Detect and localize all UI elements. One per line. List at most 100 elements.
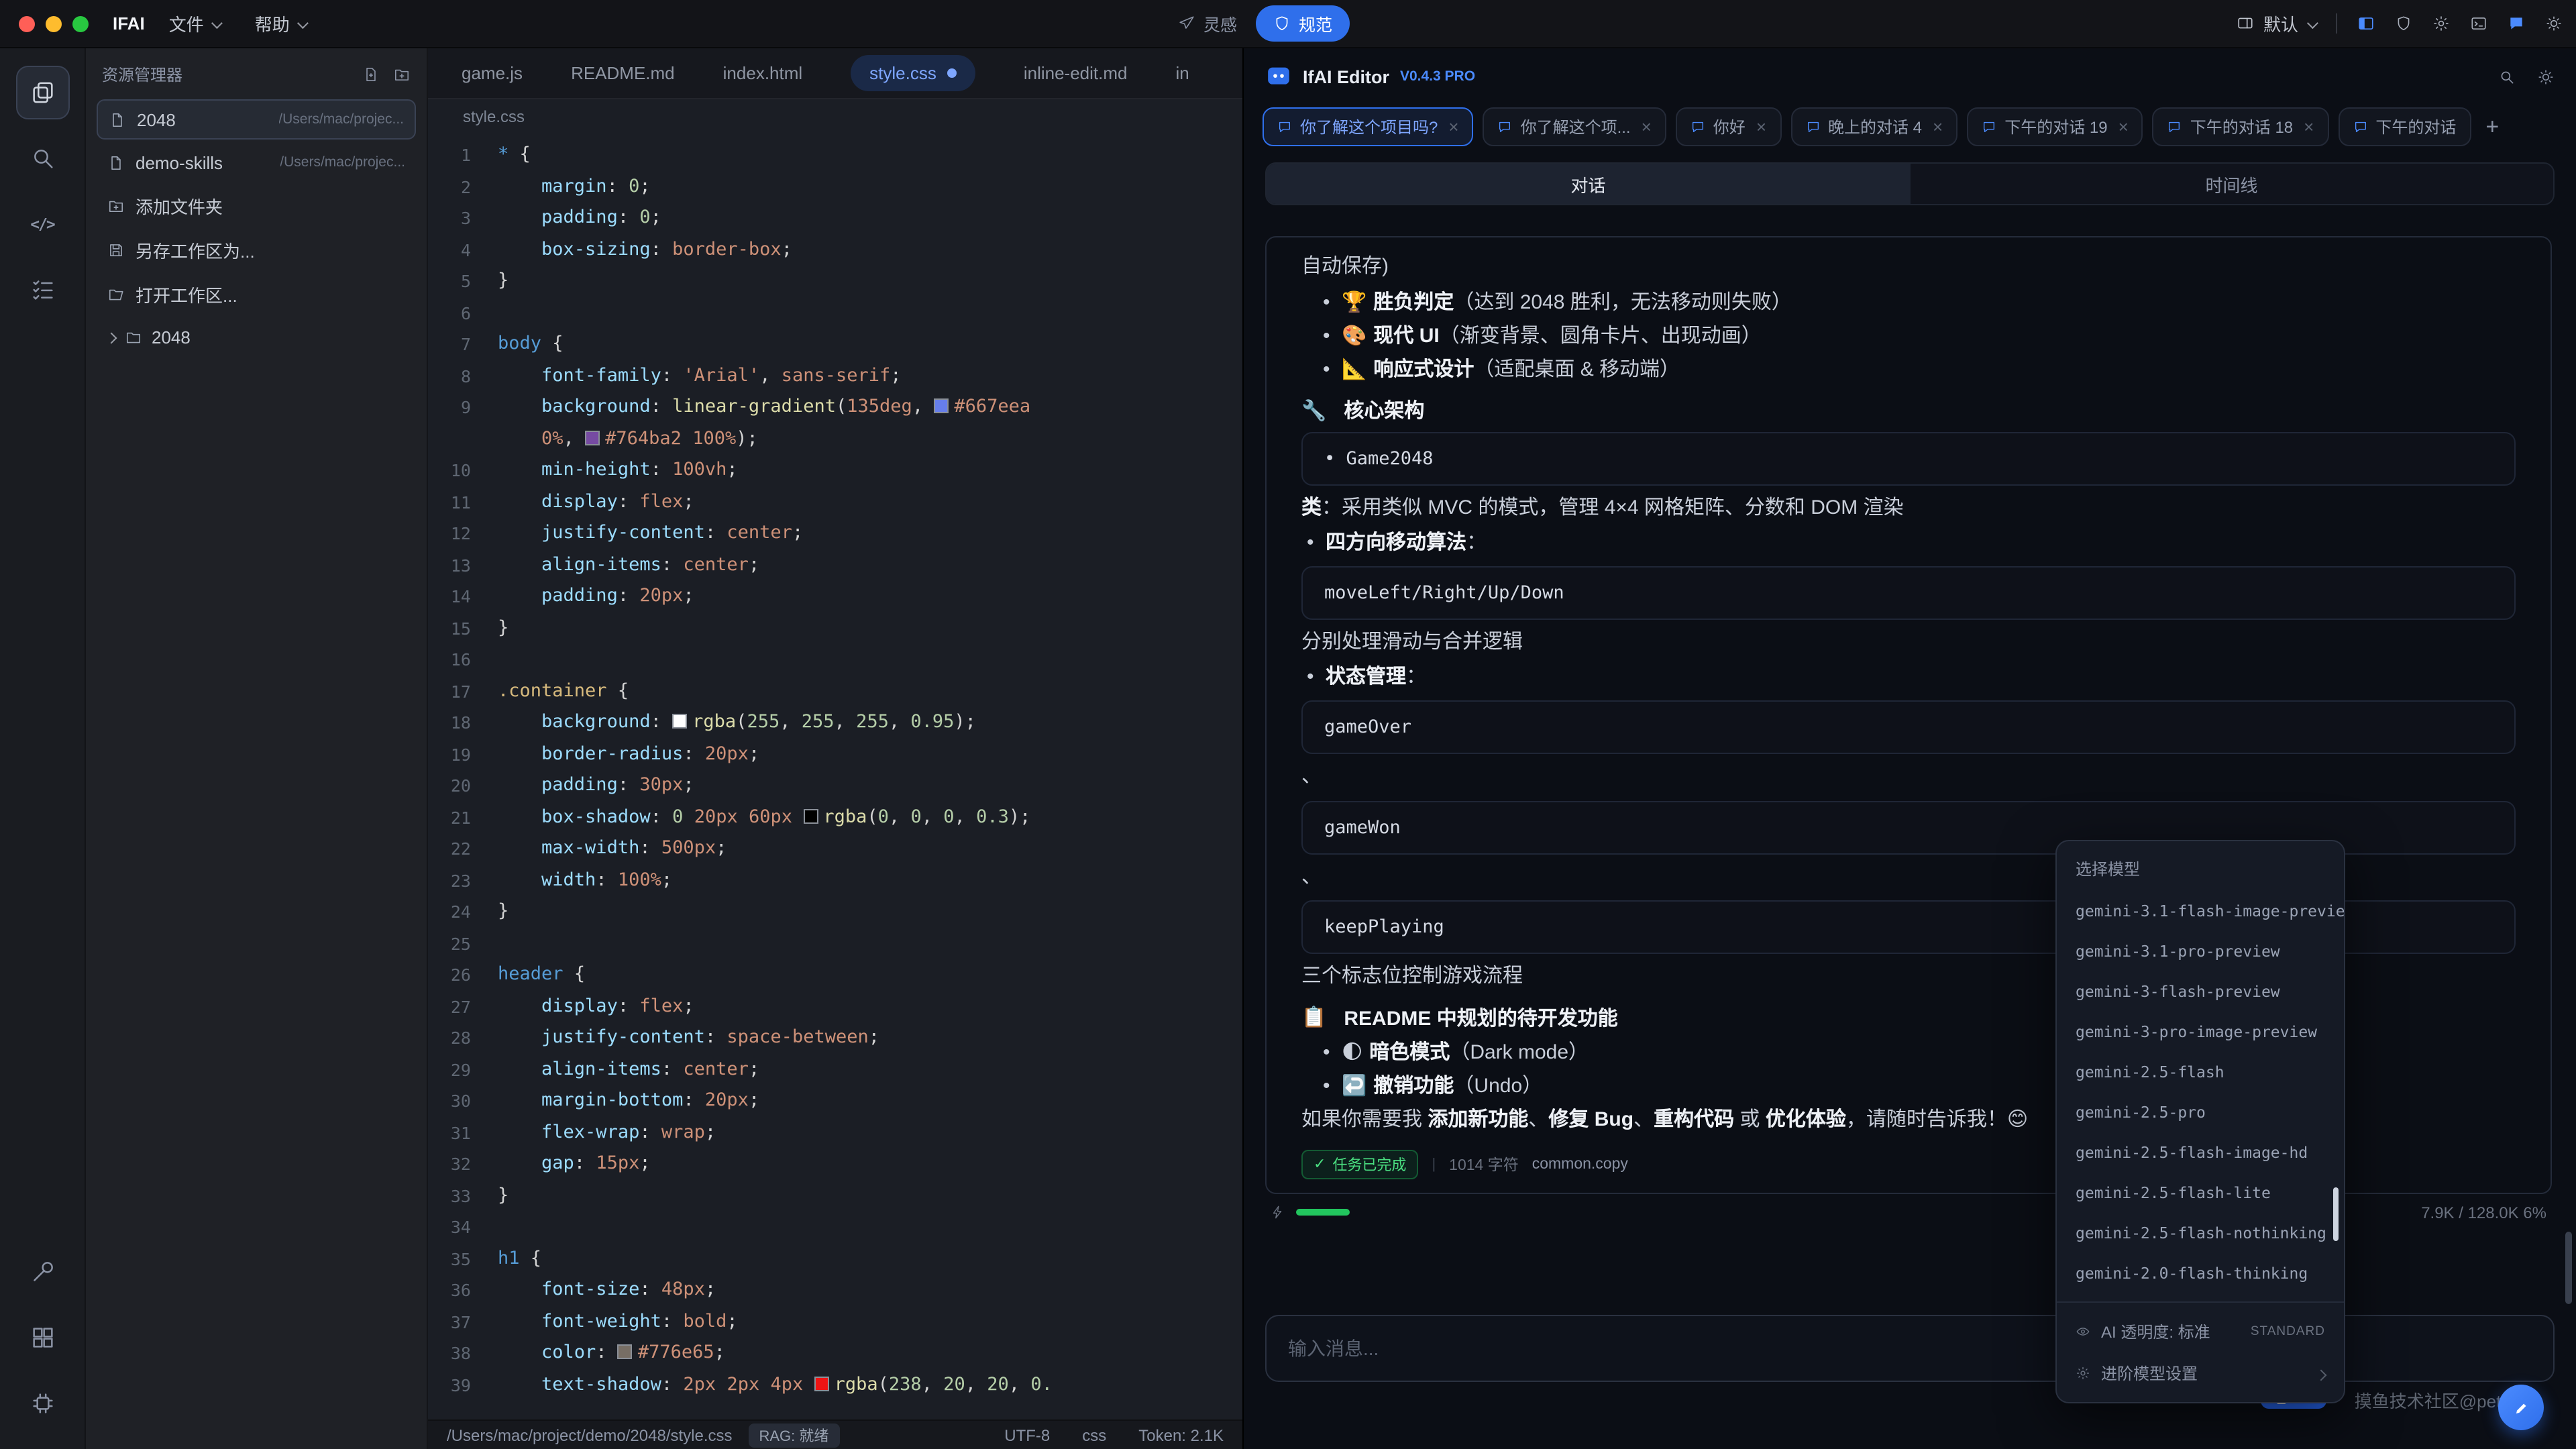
chat-tab[interactable]: 下午的对话 19× [1967,107,2143,146]
new-chat-button[interactable]: + [2485,113,2499,140]
search-icon[interactable] [2498,68,2516,85]
ai-transparency-option[interactable]: AI 透明度: 标准 STANDARD [2057,1311,2344,1352]
breadcrumb[interactable]: style.css [428,99,1242,134]
close-window-button[interactable] [19,15,35,32]
sidebar-item-2048[interactable]: 2048/Users/mac/projec... [97,99,416,140]
editor-tab-in[interactable]: in [1176,63,1189,83]
code-line: 38 color: #776e65; [428,1338,1242,1369]
sidebar-item-demo-skills[interactable]: demo-skills/Users/mac/projec... [97,142,416,182]
activity-item-search[interactable] [15,131,69,185]
settings-icon[interactable] [2432,15,2450,32]
floating-action-button[interactable] [2498,1385,2544,1430]
theme-icon[interactable] [2545,15,2563,32]
line-number: 10 [428,455,498,486]
sidebar-item-另存工作区为...[interactable]: 另存工作区为... [97,229,416,271]
zoom-window-button[interactable] [72,15,89,32]
advanced-model-settings[interactable]: 进阶模型设置 [2057,1352,2344,1394]
spec-button[interactable]: 规范 [1256,5,1350,42]
color-swatch [585,430,600,445]
view-tab-对话[interactable]: 对话 [1267,164,1910,204]
layout-toggle-icon[interactable] [2357,15,2375,32]
dropdown-scrollbar-thumb[interactable] [2333,1187,2339,1241]
editor-tab-README.md[interactable]: README.md [571,63,675,83]
theme-sun-icon[interactable] [2537,68,2555,85]
editor-tab-inline-edit.md[interactable]: inline-edit.md [1024,63,1128,83]
close-icon[interactable]: × [1756,118,1766,136]
terminal-icon[interactable] [2470,15,2487,32]
app-menu[interactable]: IFAI [113,13,145,34]
inspiration-button[interactable]: 灵感 [1178,11,1237,36]
new-folder-icon[interactable] [393,66,411,83]
chat-tab[interactable]: 下午的对话 18× [2153,107,2329,146]
chat-tab[interactable]: 你好× [1676,107,1781,146]
activity-item-devices[interactable] [15,1377,69,1430]
chat-tab[interactable]: 下午的对话 [2338,107,2471,146]
sidebar-item-添加文件夹[interactable]: 添加文件夹 [97,185,416,227]
chat-tab[interactable]: 你了解这个项目吗?× [1263,107,1474,146]
editor-tab-label: style.css [869,63,936,83]
code-line: 17.container { [428,676,1242,707]
message-paragraph: 自动保存) [1301,252,2516,282]
status-language[interactable]: css [1082,1426,1106,1444]
model-option[interactable]: gemini-2.5-flash-image-hd [2057,1132,2344,1173]
copy-template-label[interactable]: common.copy [1532,1157,1628,1173]
context-usage-row: 7.9K / 128.0K 6% [1265,1194,2552,1222]
editor-tab-label: inline-edit.md [1024,63,1128,83]
new-file-icon[interactable] [362,66,380,83]
tree-item-2048[interactable]: 2048 [86,318,427,356]
chat-scrollbar-thumb[interactable] [2565,1232,2572,1304]
chevron-down-icon [2307,17,2318,28]
chat-message-area[interactable]: 自动保存) 🏆胜负判定（达到 2048 胜利，无法移动则失败）🎨现代 UI（渐变背… [1244,216,2576,1307]
code-line: 26header { [428,959,1242,991]
bullet-rest-text: （适配桌面 & 移动端） [1474,358,1680,381]
activity-item-files[interactable] [15,66,69,119]
code-line: 13 align-items: center; [428,549,1242,581]
close-icon[interactable]: × [1448,118,1458,136]
model-option[interactable]: gemini-2.5-pro [2057,1092,2344,1132]
view-tab-时间线[interactable]: 时间线 [1910,164,2553,204]
close-icon[interactable]: × [2304,118,2314,136]
code-line: 39 text-shadow: 2px 2px 4px rgba(238, 20… [428,1369,1242,1401]
line-number: 30 [428,1085,498,1117]
menubar-center: 灵感 规范 [1178,0,1350,47]
code-line: 21 box-shadow: 0 20px 60px rgba(0, 0, 0,… [428,802,1242,833]
chat-tab[interactable]: 晚上的对话 4× [1790,107,1957,146]
model-option[interactable]: gemini-2.5-flash [2057,1052,2344,1092]
minimize-window-button[interactable] [46,15,62,32]
editor-tab-index.html[interactable]: index.html [723,63,803,83]
status-encoding[interactable]: UTF-8 [1004,1426,1050,1444]
paper-plane-icon [1178,15,1195,32]
status-file-path: /Users/mac/project/demo/2048/style.css [447,1426,733,1444]
layout-default-dropdown[interactable]: 默认 [2237,11,2316,36]
activity-item-tools[interactable] [15,1245,69,1299]
menu-item-文件[interactable]: 文件 [156,5,233,42]
editor-tab-game.js[interactable]: game.js [462,63,523,83]
sidebar-item-打开工作区...[interactable]: 打开工作区... [97,274,416,315]
code-line: 16 [428,644,1242,676]
shield-icon[interactable] [2395,15,2412,32]
code-line: 19 border-radius: 20px; [428,739,1242,770]
model-option[interactable]: gemini-3.1-flash-image-preview [2057,891,2344,931]
close-icon[interactable]: × [1933,118,1943,136]
activity-item-code[interactable]: </> [15,197,69,251]
chat-icon[interactable] [2508,15,2525,32]
chat-tab[interactable]: 你了解这个项...× [1483,107,1666,146]
menu-item-帮助[interactable]: 帮助 [241,5,319,42]
model-option[interactable]: gemini-3.1-pro-preview [2057,931,2344,971]
model-option[interactable]: gemini-2.5-flash-lite [2057,1173,2344,1213]
activity-item-extensions[interactable] [15,1311,69,1364]
model-option[interactable]: gemini-2.5-flash-nothinking [2057,1213,2344,1253]
model-option[interactable]: gemini-3-pro-image-preview [2057,1012,2344,1052]
message-bullet-list: 🏆胜负判定（达到 2048 胜利，无法移动则失败）🎨现代 UI（渐变背景、圆角卡… [1301,286,2516,386]
model-option[interactable]: gemini-3-flash-preview [2057,971,2344,1012]
bullet-bold-text: 现代 UI [1373,325,1439,347]
assistant-message: 自动保存) 🏆胜负判定（达到 2048 胜利，无法移动则失败）🎨现代 UI（渐变背… [1265,236,2552,1194]
close-icon[interactable]: × [2118,118,2129,136]
editor-tab-style.css[interactable]: style.css [851,55,975,91]
code-line: 0%, #764ba2 100%); [428,423,1242,455]
close-icon[interactable]: × [1642,118,1652,136]
code-editor[interactable]: 1* {2 margin: 0;3 padding: 0;4 box-sizin… [428,134,1242,1419]
activity-item-tasks[interactable] [15,263,69,317]
model-option[interactable]: gemini-2.0-flash-thinking [2057,1253,2344,1293]
window-controls[interactable] [0,15,105,32]
